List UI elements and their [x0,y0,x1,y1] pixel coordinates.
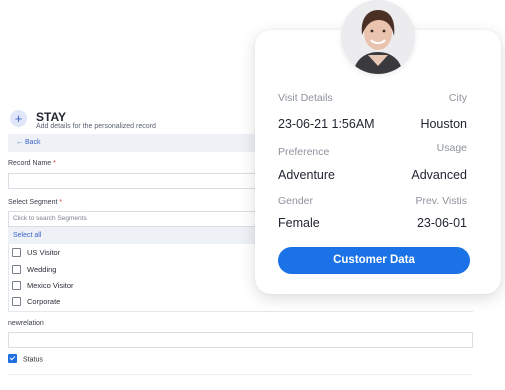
form-title: STAY [36,110,67,124]
gender-label: Gender [278,195,314,207]
select-segment-label-text: Select Segment [8,199,58,206]
city-label: City [448,92,467,104]
add-icon[interactable]: + [10,110,27,127]
checkbox[interactable] [12,247,21,257]
status-label: Status [23,356,43,364]
checkbox[interactable] [12,280,21,290]
required-marker: * [59,199,63,206]
segment-label: Mexico Visitor [27,281,74,290]
newrelation-input[interactable] [8,332,473,348]
status-toggle[interactable]: Status [8,354,43,364]
avatar-photo [341,0,415,74]
visit-details-value: 23-06-21 1:56AM [278,117,375,131]
status-checkbox[interactable] [8,354,17,363]
gender-value: Female [278,216,320,230]
city-value: Houston [420,117,467,131]
avatar [341,0,415,74]
form-subtitle: Add details for the personalized record [36,123,156,130]
newrelation-label: newrelation [8,320,44,327]
divider [8,374,473,375]
preference-value: Adventure [278,168,335,182]
segment-option-us-visitor[interactable]: US Visitor [12,247,60,259]
required-marker: * [53,160,56,167]
checkbox[interactable] [12,264,21,274]
usage-label: Usage [436,142,467,154]
customer-data-button[interactable]: Customer Data [278,247,470,274]
record-name-label: Record Name * [8,160,56,167]
segment-label: Corporate [27,297,61,306]
record-name-label-text: Record Name [8,160,52,167]
prev-visits-label: Prev. Vistis [415,195,467,207]
preference-label: Preference [278,146,330,158]
segment-label: Wedding [27,265,57,274]
select-segment-label: Select Segment * [8,199,62,206]
segment-option-mexico-visitor[interactable]: Mexico Visitor [12,280,74,292]
segment-label: US Visitor [27,248,61,257]
visit-details-label: Visit Details [278,92,333,104]
prev-visits-value: 23-06-01 [416,216,467,230]
checkbox[interactable] [12,296,21,306]
usage-value: Advanced [411,168,467,182]
segment-option-corporate[interactable]: Corporate [12,296,60,308]
segment-option-wedding[interactable]: Wedding [12,264,56,276]
